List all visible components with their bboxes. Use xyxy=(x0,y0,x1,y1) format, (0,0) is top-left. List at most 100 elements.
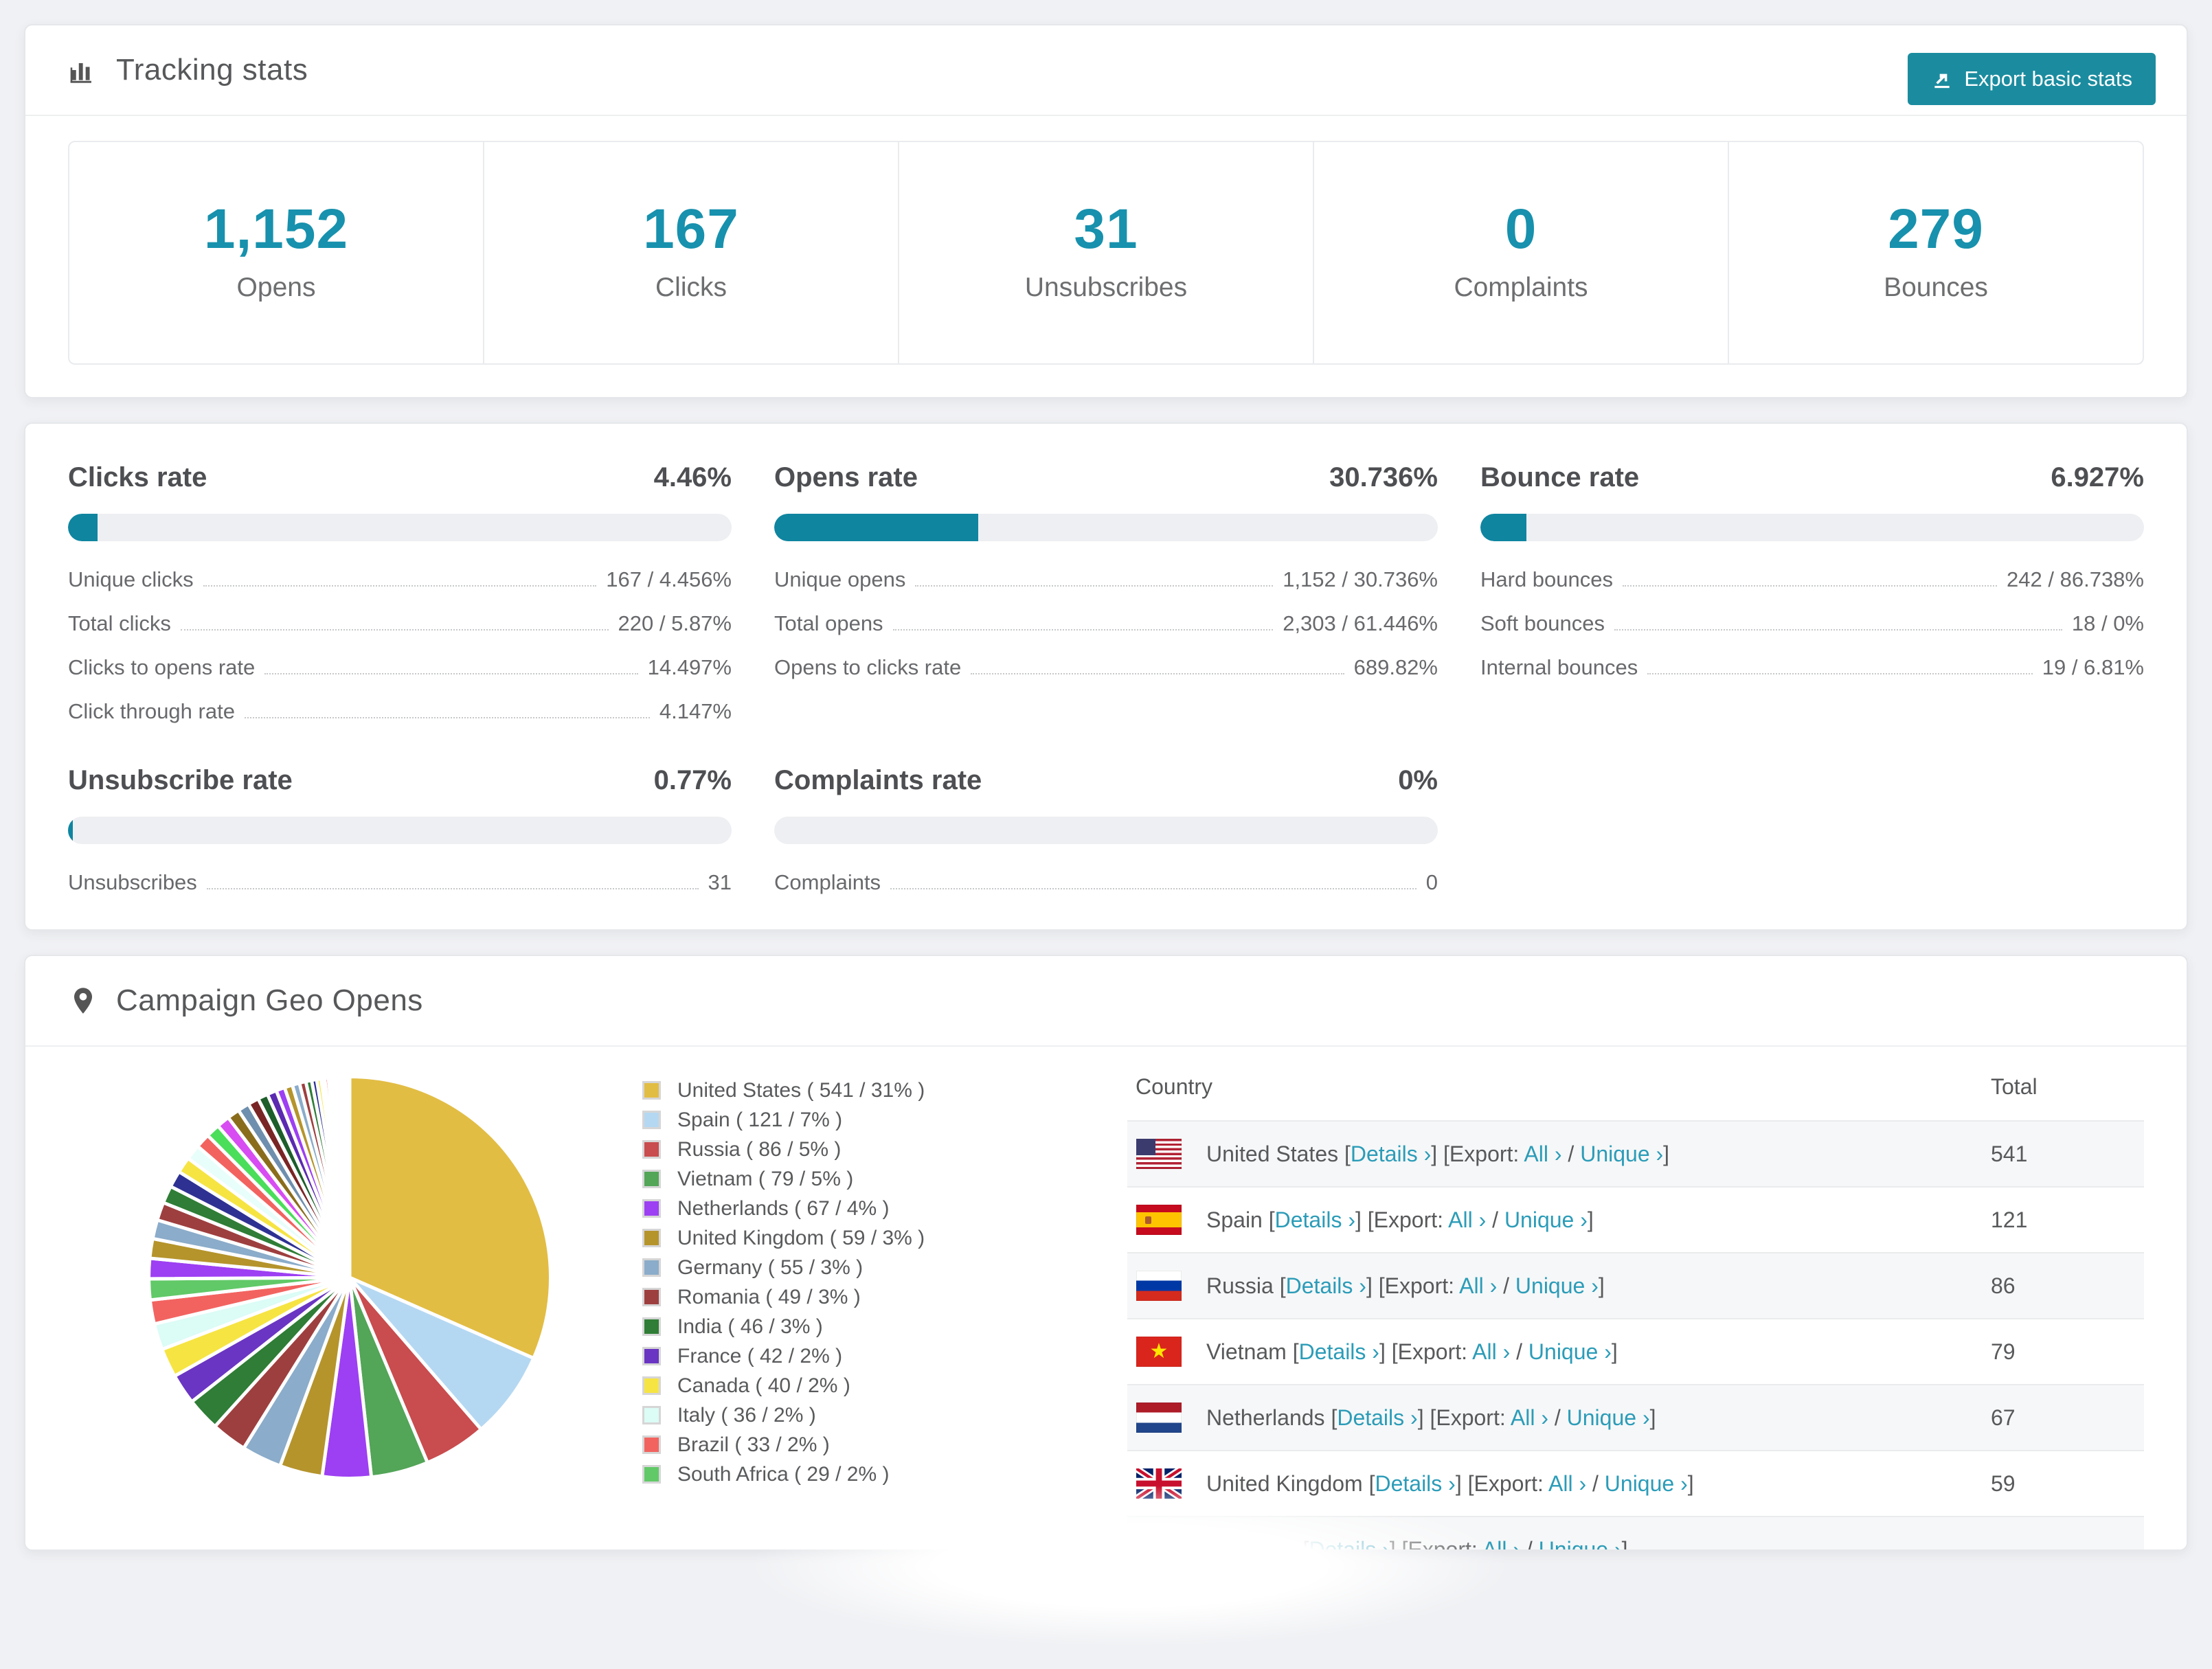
stat-label: Opens to clicks rate xyxy=(774,655,962,679)
legend-label: Canada ( 40 / 2% ) xyxy=(677,1374,850,1397)
stat-row-unique-clicks: Unique clicks 167 / 4.456% xyxy=(68,558,732,602)
stat-row-internal-bounces: Internal bounces 19 / 6.81% xyxy=(1480,646,2144,690)
legend-label: Italy ( 36 / 2% ) xyxy=(677,1403,816,1427)
legend-label: Vietnam ( 79 / 5% ) xyxy=(677,1167,854,1190)
flag-vn-icon: ★ xyxy=(1136,1337,1182,1367)
rate-progress-fill xyxy=(1480,514,1526,541)
rate-block-opens-rate: Opens rate 30.736% Unique opens 1,152 / 30.… xyxy=(774,462,1438,734)
legend-label: Germany ( 55 / 3% ) xyxy=(677,1256,864,1279)
dotted-leader xyxy=(244,717,650,718)
summary-label-clicks: Clicks xyxy=(655,273,727,302)
details-link[interactable]: Details › xyxy=(1337,1405,1417,1430)
summary-cell-complaints: 0 Complaints xyxy=(1314,142,1729,363)
country-cell: United Kingdom [Details ›] [Export: All … xyxy=(1128,1452,1982,1515)
legend-item-france: France ( 42 / 2% ) xyxy=(642,1341,1061,1371)
geo-table-header-row: Country Total xyxy=(1127,1051,2144,1121)
rate-block-clicks-rate: Clicks rate 4.46% Unique clicks 167 / 4.456… xyxy=(68,462,732,734)
legend-swatch xyxy=(642,1081,661,1100)
export-all-link[interactable]: All › xyxy=(1482,1537,1520,1549)
export-all-link[interactable]: All › xyxy=(1472,1339,1510,1364)
legend-label: Brazil ( 33 / 2% ) xyxy=(677,1433,830,1456)
export-unique-link[interactable]: Unique › xyxy=(1567,1405,1650,1430)
export-unique-link[interactable]: Unique › xyxy=(1605,1471,1688,1496)
summary-row: 1,152 Opens 167 Clicks 31 Unsubscribes 0 Compla… xyxy=(68,141,2144,365)
stat-row-complaints: Complaints 0 xyxy=(774,861,1438,905)
export-unique-link[interactable]: Unique › xyxy=(1515,1273,1599,1298)
legend-item-india: India ( 46 / 3% ) xyxy=(642,1312,1061,1341)
stat-row-click-through-rate: Click through rate 4.147% xyxy=(68,690,732,734)
country-cell: Netherlands [Details ›] [Export: All › /… xyxy=(1128,1386,1982,1449)
dotted-leader xyxy=(890,888,1417,889)
summary-value-opens: 1,152 xyxy=(203,198,349,260)
dotted-leader xyxy=(915,585,1274,587)
export-unique-link[interactable]: Unique › xyxy=(1539,1537,1622,1549)
country-links-text: Netherlands [Details ›] [Export: All › /… xyxy=(1206,1405,1656,1430)
country-cell: Spain [Details ›] [Export: All › / Uniqu… xyxy=(1128,1188,1982,1251)
dotted-leader xyxy=(1623,585,1998,587)
country-name: Spain xyxy=(1206,1207,1269,1232)
geo-table-row-germany: Germany [Details ›] [Export: All › / Uni… xyxy=(1127,1517,2144,1549)
legend-swatch xyxy=(642,1435,661,1454)
total-column-header: Total xyxy=(1991,1074,2038,1099)
summary-label-unsubscribes: Unsubscribes xyxy=(1024,273,1188,302)
stat-label: Complaints xyxy=(774,870,881,894)
stat-label: Soft bounces xyxy=(1480,611,1605,635)
legend-label: Russia ( 86 / 5% ) xyxy=(677,1137,842,1161)
legend-swatch xyxy=(642,1376,661,1395)
stat-label: Unique opens xyxy=(774,567,906,591)
country-total xyxy=(1983,1517,2144,1549)
legend-swatch xyxy=(642,1170,661,1188)
stat-value: 1,152 / 30.736% xyxy=(1283,567,1438,591)
flag-es-icon xyxy=(1136,1205,1182,1235)
details-link[interactable]: Details › xyxy=(1309,1537,1389,1549)
details-link[interactable]: Details › xyxy=(1375,1471,1455,1496)
rate-progress-bar xyxy=(1480,514,2144,541)
stat-value: 14.497% xyxy=(647,655,732,679)
map-pin-icon xyxy=(74,988,93,1014)
rate-progress-bar xyxy=(68,514,732,541)
country-cell: ★ Vietnam [Details ›] [Export: All › / Un… xyxy=(1128,1320,1982,1383)
export-unique-link[interactable]: Unique › xyxy=(1528,1339,1612,1364)
tracking-stats-title: Tracking stats xyxy=(116,53,308,87)
stat-label: Unique clicks xyxy=(68,567,194,591)
legend-swatch xyxy=(642,1317,661,1336)
geo-table-wrap: Country Total United States [Details ›] … xyxy=(1127,1051,2144,1549)
legend-swatch xyxy=(642,1347,661,1365)
country-cell: Germany [Details ›] [Export: All › / Uni… xyxy=(1128,1519,1982,1549)
export-basic-stats-button[interactable]: Export basic stats xyxy=(1908,53,2156,105)
country-links-text: Spain [Details ›] [Export: All › / Uniqu… xyxy=(1206,1207,1594,1232)
legend-swatch xyxy=(642,1288,661,1306)
geo-legend: United States ( 541 / 31% ) Spain ( 121 /… xyxy=(642,1076,1061,1489)
stat-value: 220 / 5.87% xyxy=(618,611,732,635)
country-total: 59 xyxy=(1991,1471,2016,1496)
details-link[interactable]: Details › xyxy=(1351,1142,1431,1166)
export-all-link[interactable]: All › xyxy=(1524,1142,1561,1166)
legend-item-spain: Spain ( 121 / 7% ) xyxy=(642,1105,1061,1135)
flag-gb-icon xyxy=(1136,1468,1182,1499)
geo-table-body: United States [Details ›] [Export: All ›… xyxy=(1127,1121,2144,1549)
legend-item-russia: Russia ( 86 / 5% ) xyxy=(642,1135,1061,1164)
legend-swatch xyxy=(642,1229,661,1247)
stat-row-clicks-to-opens-rate: Clicks to opens rate 14.497% xyxy=(68,646,732,690)
stat-row-opens-to-clicks-rate: Opens to clicks rate 689.82% xyxy=(774,646,1438,690)
dotted-leader xyxy=(892,629,1274,631)
details-link[interactable]: Details › xyxy=(1275,1207,1355,1232)
export-all-link[interactable]: All › xyxy=(1511,1405,1548,1430)
legend-item-netherlands: Netherlands ( 67 / 4% ) xyxy=(642,1194,1061,1223)
export-all-link[interactable]: All › xyxy=(1448,1207,1486,1232)
details-link[interactable]: Details › xyxy=(1299,1339,1379,1364)
export-all-link[interactable]: All › xyxy=(1459,1273,1497,1298)
rate-block-complaints-rate: Complaints rate 0% Complaints 0 xyxy=(774,765,1438,905)
legend-item-brazil: Brazil ( 33 / 2% ) xyxy=(642,1430,1061,1460)
summary-label-complaints: Complaints xyxy=(1454,273,1588,302)
export-all-link[interactable]: All › xyxy=(1548,1471,1586,1496)
dotted-leader xyxy=(971,673,1344,674)
summary-cell-unsubscribes: 31 Unsubscribes xyxy=(899,142,1314,363)
country-links-text: United Kingdom [Details ›] [Export: All … xyxy=(1206,1471,1694,1496)
summary-value-bounces: 279 xyxy=(1888,198,1984,260)
rate-value: 30.736% xyxy=(1329,462,1438,492)
legend-swatch xyxy=(642,1111,661,1129)
export-unique-link[interactable]: Unique › xyxy=(1504,1207,1588,1232)
export-unique-link[interactable]: Unique › xyxy=(1580,1142,1663,1166)
details-link[interactable]: Details › xyxy=(1286,1273,1366,1298)
